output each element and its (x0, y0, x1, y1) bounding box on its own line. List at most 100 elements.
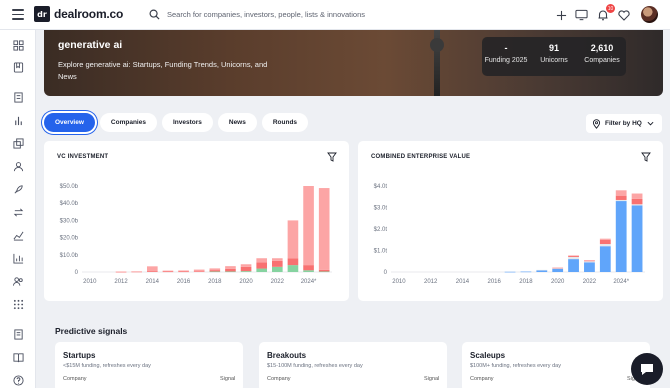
bar-2018 (520, 271, 532, 273)
search-bar[interactable] (143, 4, 505, 25)
stat-funding: - Funding 2025 (482, 37, 530, 76)
help-icon[interactable] (11, 373, 25, 387)
bar-2022 (272, 258, 283, 261)
tab-companies[interactable]: Companies (99, 113, 157, 132)
y-tick-label: 0 (75, 270, 79, 276)
y-tick-label: $4.0t (374, 184, 388, 190)
bar-2025 (631, 205, 643, 272)
bar-2016 (178, 271, 189, 273)
bar-2025 (631, 204, 643, 206)
heart-icon[interactable] (616, 7, 632, 23)
chat-button[interactable] (631, 353, 663, 385)
column-header-signal: Signal (220, 376, 236, 382)
signal-card-subtitle: $15-100M funding, refreshes every day (267, 363, 363, 369)
bar-2021 (568, 256, 579, 260)
analytics-icon[interactable] (11, 251, 25, 265)
stat-value: 91 (548, 43, 559, 53)
x-tick-label: 2010 (83, 279, 97, 285)
bar-2019 (536, 270, 548, 272)
search-input[interactable] (167, 10, 497, 19)
bar-2024 (615, 199, 627, 202)
bar-2021 (568, 259, 579, 272)
x-tick-label: 2020 (239, 279, 253, 285)
column-header-company: Company (267, 376, 291, 382)
bar-2013 (131, 271, 143, 272)
filter-icon[interactable] (327, 152, 337, 162)
building-icon[interactable] (11, 90, 25, 104)
bar-2023 (599, 239, 611, 245)
bar-2022 (584, 261, 595, 263)
dashboard-icon[interactable] (11, 38, 25, 52)
bar-2020 (240, 264, 252, 267)
bar-2025 (318, 269, 330, 272)
column-header-company: Company (470, 376, 494, 382)
bar-2014 (147, 266, 158, 272)
bar-2021 (568, 255, 579, 257)
logo-text: dealroom.co (54, 7, 124, 21)
y-tick-label: $10.0b (60, 253, 79, 259)
tab-news[interactable]: News (217, 113, 257, 132)
signal-card-startups[interactable]: Startups <$15M funding, refreshes every … (55, 342, 243, 388)
signal-card-breakouts[interactable]: Breakouts $15-100M funding, refreshes ev… (259, 342, 447, 388)
bookmark-icon[interactable] (11, 60, 25, 74)
tab-overview[interactable]: Overview (44, 113, 95, 132)
bell-icon[interactable]: 10 (595, 4, 615, 23)
enterprise-value-card: 0 $1.0t $2.0t $3.0t $4.0t 2010 2012 2014 2016 201… (358, 141, 663, 301)
document-icon[interactable] (11, 327, 25, 341)
stat-label: Unicorns (540, 57, 568, 64)
bar-2019 (225, 266, 236, 269)
bar-2023 (599, 244, 611, 247)
tab-rounds[interactable]: Rounds (261, 113, 309, 132)
tab-investors[interactable]: Investors (161, 113, 213, 132)
top-bar: dr dealroom.co 10 (0, 0, 670, 30)
bar-2023 (599, 246, 611, 272)
x-tick-label: 2024* (613, 279, 629, 285)
filter-icon[interactable] (641, 152, 651, 162)
menu-icon[interactable] (12, 9, 24, 20)
bar-2020 (240, 271, 252, 272)
card-title: COMBINED ENTERPRISE VALUE (371, 154, 471, 160)
signal-card-scaleups[interactable]: Scaleups $100M+ funding, refreshes every… (462, 342, 650, 388)
filter-hq-dropdown[interactable]: Filter by HQ (586, 114, 662, 133)
trend-icon[interactable] (11, 228, 25, 242)
plus-icon[interactable] (553, 7, 569, 23)
sidebar (0, 30, 36, 388)
bar-2023 (287, 265, 299, 272)
people-icon[interactable] (11, 274, 25, 288)
stat-companies[interactable]: 2,610 Companies (578, 37, 626, 76)
chevron-down-icon (647, 121, 654, 126)
bar-2017 (193, 269, 205, 272)
logo-mark: dr (34, 6, 50, 22)
bar-2019 (536, 269, 548, 271)
bar-2021 (568, 255, 579, 257)
avatar[interactable] (641, 6, 658, 23)
x-tick-label: 2020 (551, 279, 565, 285)
rocket-icon[interactable] (11, 182, 25, 196)
y-tick-label: 0 (384, 270, 388, 276)
layers-icon[interactable] (11, 136, 25, 150)
bar-2024 (615, 195, 627, 200)
bar-2022 (584, 260, 595, 261)
signal-card-name: Breakouts (267, 351, 307, 360)
bar-2024 (303, 270, 314, 272)
stat-label: Funding 2025 (484, 57, 528, 64)
monitor-icon[interactable] (573, 7, 589, 23)
bar-2025 (318, 271, 330, 273)
x-tick-label: 2014 (456, 279, 470, 285)
card-title: VC INVESTMENT (57, 154, 109, 160)
logo[interactable]: dr dealroom.co (34, 6, 123, 22)
transfer-icon[interactable] (11, 205, 25, 219)
bar-chart-icon[interactable] (11, 113, 25, 127)
column-header-company: Company (63, 376, 87, 382)
bar-2017 (504, 271, 516, 273)
notification-badge: 10 (606, 4, 615, 13)
signal-card-name: Scaleups (470, 351, 506, 360)
book-icon[interactable] (11, 350, 25, 364)
users-icon[interactable] (11, 159, 25, 173)
stat-unicorns[interactable]: 91 Unicorns (530, 37, 578, 76)
x-tick-label: 2018 (519, 279, 533, 285)
bar-2020 (552, 267, 564, 269)
y-tick-label: $2.0t (374, 227, 388, 233)
grid-icon[interactable] (11, 297, 25, 311)
bar-2018 (209, 271, 221, 273)
